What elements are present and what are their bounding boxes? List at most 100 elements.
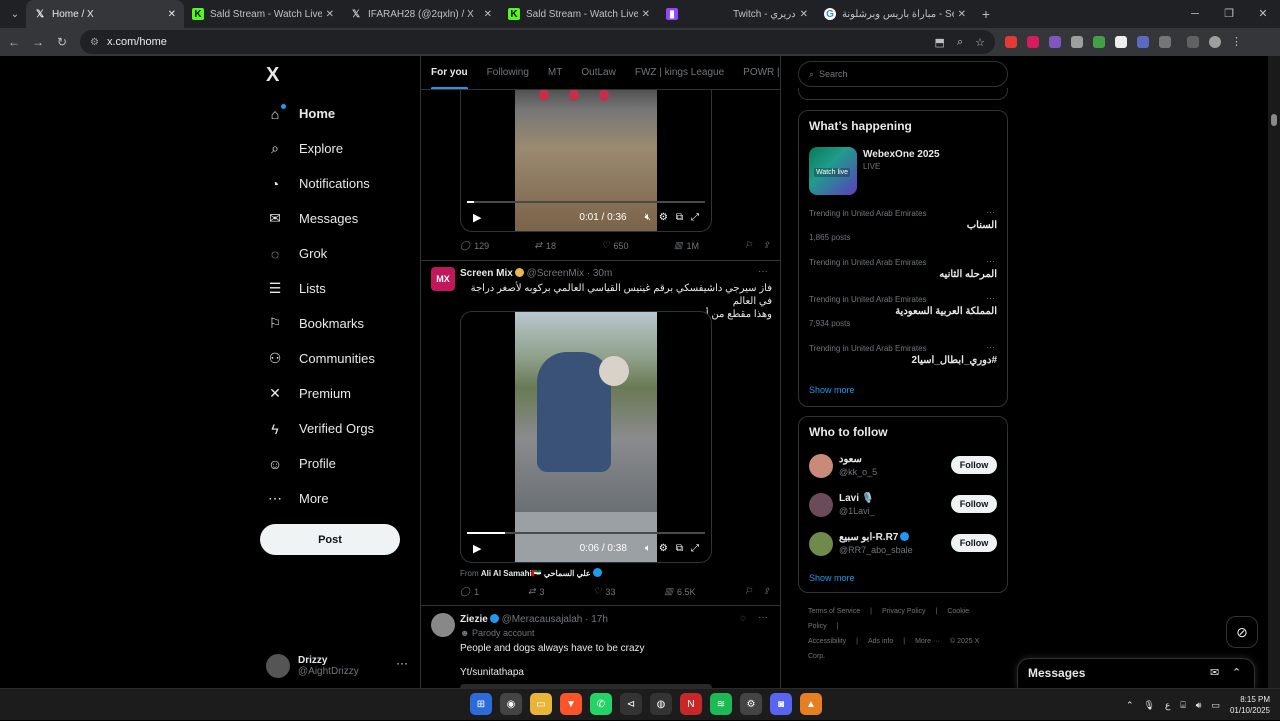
nav-item-bookmarks[interactable]: ⚐ Bookmarks	[260, 306, 375, 341]
avatar[interactable]: MX	[431, 267, 455, 291]
repost-button[interactable]: ⇄ 18	[535, 240, 557, 251]
tab-outlaw[interactable]: OutLaw	[581, 67, 615, 78]
volume-icon[interactable]: 🔈︎	[645, 543, 651, 554]
language-indicator[interactable]: ع	[1165, 700, 1170, 711]
reply-button[interactable]: ◯ 129	[460, 240, 489, 251]
event-title[interactable]: WebexOne 2025	[863, 149, 940, 160]
show-more-link[interactable]: Show more	[809, 385, 855, 395]
footer-link[interactable]: Terms of Service	[808, 608, 860, 615]
expand-drawer-icon[interactable]: ⌃	[1232, 666, 1241, 679]
browser-tab[interactable]: ▮ Twitch - دريري ✕	[658, 0, 816, 28]
account-switcher[interactable]: Drizzy @AightDrizzy ···	[266, 648, 416, 684]
browser-tab[interactable]: 𝕏 Home / X ✕	[26, 0, 184, 28]
battery-icon[interactable]: ▭	[1211, 700, 1220, 711]
install-app-icon[interactable]: ⬒	[935, 36, 945, 49]
nav-item-premium[interactable]: ✕ Premium	[260, 376, 375, 411]
attribution-name[interactable]: Ali Al Samahi🇦🇪 علي السماحي	[481, 569, 591, 578]
close-tab-icon[interactable]: ✕	[484, 9, 492, 20]
nav-item-verified-orgs[interactable]: ϟ Verified Orgs	[260, 411, 375, 446]
scrollbar-thumb[interactable]	[1271, 114, 1277, 126]
network-icon[interactable]: ⌸	[1180, 700, 1185, 711]
follow-suggestion[interactable]: سعود @kk_o_5 Follow	[809, 454, 997, 484]
tab-powr[interactable]: POWR | ور	[743, 67, 780, 78]
tab-fwz-kings-league[interactable]: FWZ | kings League	[635, 67, 724, 78]
follow-button[interactable]: Follow	[951, 534, 997, 552]
extension-icon[interactable]	[1093, 36, 1105, 48]
extension-icon[interactable]	[1027, 36, 1039, 48]
browser-tab[interactable]: K Sald Stream - Watch Live on Ki ✕	[184, 0, 342, 28]
brave-icon[interactable]: ▼	[560, 693, 582, 715]
views-button[interactable]: ▥ 6.5K	[664, 586, 695, 597]
author-handle[interactable]: @ScreenMix	[527, 268, 584, 279]
tab-mt[interactable]: MT	[548, 67, 562, 78]
bookmark-button[interactable]: ⚐	[744, 240, 752, 251]
nav-item-explore[interactable]: ⌕ Explore	[260, 131, 375, 166]
like-button[interactable]: ♡ 33	[593, 586, 615, 597]
repost-button[interactable]: ⇄ 3	[528, 586, 545, 597]
browser-tab[interactable]: 𝕏 IFARAH28 (@2qxln) / X ✕	[342, 0, 500, 28]
restore-icon[interactable]: ❐	[1212, 0, 1246, 28]
author-handle[interactable]: @Meracausajalah	[502, 614, 583, 625]
extension-icon[interactable]	[1115, 36, 1127, 48]
extension-icon[interactable]	[1005, 36, 1017, 48]
post-button[interactable]: Post	[260, 524, 400, 555]
grok-button[interactable]: ⊘	[1226, 616, 1258, 648]
pip-icon[interactable]: ⧉	[676, 212, 683, 223]
tab-for-you[interactable]: For you	[431, 67, 468, 89]
page-scrollbar[interactable]	[1268, 56, 1280, 688]
nav-item-lists[interactable]: ☰ Lists	[260, 271, 375, 306]
search-input[interactable]	[819, 69, 990, 79]
browser-menu-icon[interactable]: ⋮	[1231, 36, 1243, 48]
fullscreen-icon[interactable]: ⤢	[691, 543, 699, 554]
spotify-icon[interactable]: ≋	[710, 693, 732, 715]
back-icon[interactable]: ←	[2, 35, 26, 49]
nav-item-profile[interactable]: ☺ Profile	[260, 446, 375, 481]
messages-drawer[interactable]: Messages ✉ ⌃	[1017, 658, 1255, 688]
netflix-icon[interactable]: N	[680, 693, 702, 715]
bookmark-star-icon[interactable]: ☆	[975, 36, 985, 49]
compose-message-icon[interactable]: ✉	[1210, 666, 1219, 679]
trend-item[interactable]: Trending in United Arab Emirates ··· #دو…	[809, 342, 997, 366]
nav-item-communities[interactable]: ⚇ Communities	[260, 341, 375, 376]
chrome-icon[interactable]: ◉	[500, 693, 522, 715]
nav-item-more[interactable]: ⋯ More	[260, 481, 375, 516]
footer-link[interactable]: Accessibility	[808, 638, 846, 645]
nav-item-home[interactable]: ⌂ Home	[260, 96, 375, 131]
forward-icon[interactable]: →	[26, 35, 50, 49]
volume-icon[interactable]: 🔊︎	[1196, 700, 1202, 711]
close-tab-icon[interactable]: ✕	[958, 9, 966, 20]
video-player[interactable]: ▶ 0:01 / 0:36 🔇︎ ⚙ ⧉ ⤢	[460, 78, 712, 232]
follow-button[interactable]: Follow	[951, 456, 997, 474]
close-window-icon[interactable]: ✕	[1246, 0, 1280, 28]
share-button[interactable]: ⇪	[762, 240, 770, 251]
reload-icon[interactable]: ↻	[50, 35, 74, 49]
browser-tab[interactable]: K Sald Stream - Watch Live on Ki ✕	[500, 0, 658, 28]
site-info-icon[interactable]: ⚙	[90, 37, 99, 48]
video-progress[interactable]	[467, 201, 705, 203]
zoom-icon[interactable]: ⌕	[957, 36, 963, 49]
more-dots-icon[interactable]: ···	[396, 656, 408, 670]
extension-icon[interactable]	[1049, 36, 1061, 48]
play-icon[interactable]: ▶	[473, 211, 481, 224]
video-progress[interactable]	[467, 532, 705, 534]
nav-item-messages[interactable]: ✉ Messages	[260, 201, 375, 236]
follow-suggestion[interactable]: Lavi 🎙️ @1Lavi_ Follow	[809, 493, 997, 523]
clock[interactable]: 8:15 PM 01/10/2025	[1230, 694, 1270, 716]
grok-explain-icon[interactable]: ◌	[740, 613, 746, 624]
play-icon[interactable]: ▶	[473, 542, 481, 555]
profile-avatar-icon[interactable]	[1209, 36, 1221, 48]
author-name[interactable]: Ziezie	[460, 614, 488, 625]
tab-following[interactable]: Following	[487, 67, 529, 78]
obs-icon[interactable]: ◍	[650, 693, 672, 715]
close-tab-icon[interactable]: ✕	[168, 9, 176, 20]
footer-link[interactable]: More ···	[915, 638, 940, 645]
minimize-icon[interactable]: ─	[1178, 0, 1212, 28]
more-dots-icon[interactable]: ···	[986, 342, 995, 352]
reading-list-icon[interactable]	[1187, 36, 1199, 48]
more-dots-icon[interactable]: ···	[758, 612, 768, 623]
fullscreen-icon[interactable]: ⤢	[691, 212, 699, 223]
more-dots-icon[interactable]: ···	[986, 207, 995, 217]
mute-icon[interactable]: 🔇︎	[645, 212, 651, 223]
more-dots-icon[interactable]: ···	[986, 256, 995, 266]
puzzle-icon[interactable]	[1159, 36, 1171, 48]
